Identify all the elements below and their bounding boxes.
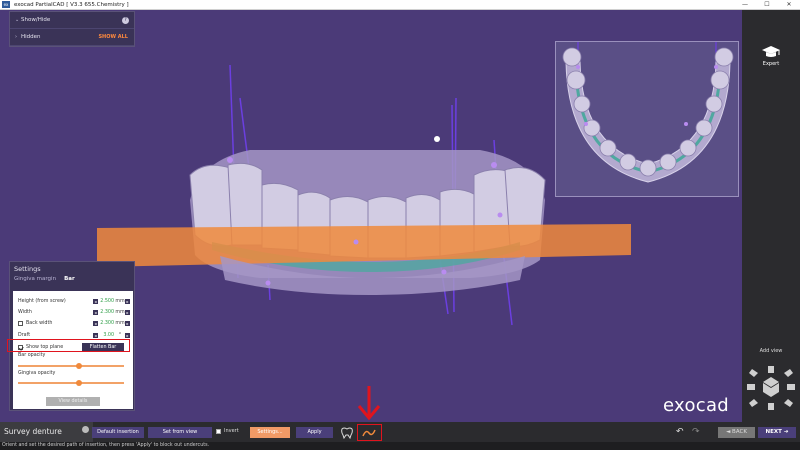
height-value[interactable]: 2.500 bbox=[98, 299, 115, 304]
back-width-increase-button[interactable]: ▸ bbox=[125, 320, 130, 326]
view-cube-icon[interactable] bbox=[742, 365, 800, 415]
window-controls: — ☐ ✕ bbox=[734, 0, 800, 10]
minimize-button[interactable]: — bbox=[734, 0, 756, 10]
right-sidebar: Expert Add view bbox=[742, 10, 800, 422]
add-view-label: Add view bbox=[759, 348, 783, 354]
gingiva-opacity-knob[interactable] bbox=[76, 380, 82, 386]
height-field-row: Height (from screw) ◂ 2.500 mm ▸ bbox=[18, 297, 130, 305]
draft-field-row: Draft ◂ 3.00 ° ▸ bbox=[18, 331, 130, 339]
draft-unit: ° bbox=[118, 332, 122, 338]
app-icon: ex bbox=[2, 1, 10, 8]
back-button[interactable]: ◄ BACK bbox=[718, 427, 755, 438]
invert-checkbox[interactable] bbox=[216, 428, 221, 434]
width-increase-button[interactable]: ▸ bbox=[125, 309, 130, 315]
tooth-outline-icon[interactable] bbox=[340, 426, 354, 439]
expert-label: Expert bbox=[762, 61, 780, 67]
bar-opacity-label: Bar opacity bbox=[18, 353, 46, 358]
exocad-logo: exocad bbox=[663, 395, 730, 416]
invert-label: Invert bbox=[224, 428, 239, 434]
expert-button[interactable]: Expert bbox=[742, 45, 800, 67]
back-width-label: Back width bbox=[26, 320, 53, 326]
invert-option[interactable]: Invert bbox=[216, 428, 239, 434]
status-bar: Orient and set the desired path of inser… bbox=[0, 442, 800, 450]
curve-tool-highlight bbox=[357, 424, 382, 441]
gear-icon[interactable] bbox=[82, 426, 89, 433]
undo-button[interactable]: ↶ bbox=[676, 427, 684, 438]
wizard-step-text: Survey denture bbox=[4, 427, 62, 436]
back-width-field-row: Back width ◂ 2.300 mm ▸ bbox=[18, 319, 130, 327]
help-icon[interactable]: ? bbox=[122, 16, 129, 24]
graduation-cap-icon bbox=[762, 46, 780, 57]
bar-opacity-knob[interactable] bbox=[76, 363, 82, 369]
height-unit: mm bbox=[115, 298, 125, 304]
hidden-row[interactable]: › Hidden SHOW ALL bbox=[10, 29, 134, 46]
settings-title: Settings bbox=[14, 265, 41, 273]
bar-opacity-slider[interactable] bbox=[18, 363, 124, 369]
window-title-bar: ex exocad PartialCAD [ V3.3 655.Chemistr… bbox=[0, 0, 800, 10]
show-hide-panel: ⌄ Show/Hide ? › Hidden SHOW ALL bbox=[9, 11, 135, 47]
gingiva-opacity-label: Gingiva opacity bbox=[18, 371, 56, 376]
show-top-plane-highlight bbox=[7, 339, 130, 352]
default-insertion-button[interactable]: Default insertion bbox=[92, 427, 144, 438]
maximize-button[interactable]: ☐ bbox=[756, 0, 778, 10]
set-from-view-button[interactable]: Set from view bbox=[148, 427, 212, 438]
settings-panel: Settings Gingiva margin Bar Height (from… bbox=[9, 261, 135, 411]
gingiva-opacity-slider[interactable] bbox=[18, 380, 124, 386]
window-title: exocad PartialCAD [ V3.3 655.Chemistry ] bbox=[14, 1, 129, 8]
height-increase-button[interactable]: ▸ bbox=[125, 298, 130, 304]
width-value[interactable]: 2.300 bbox=[98, 310, 115, 315]
wizard-step-label: Survey denture bbox=[0, 422, 93, 442]
view-details-button[interactable]: View details bbox=[46, 397, 100, 406]
close-button[interactable]: ✕ bbox=[778, 0, 800, 10]
width-label: Width bbox=[18, 309, 32, 315]
bottom-toolbar: Survey denture Default insertion Set fro… bbox=[0, 422, 800, 442]
hidden-label: Hidden bbox=[21, 34, 41, 40]
draft-value[interactable]: 3.00 bbox=[98, 333, 115, 338]
settings-button[interactable]: Settings... bbox=[250, 427, 290, 438]
width-unit: mm bbox=[115, 309, 125, 315]
show-all-button[interactable]: SHOW ALL bbox=[98, 34, 128, 40]
draft-increase-button[interactable]: ▸ bbox=[125, 332, 130, 338]
next-button[interactable]: NEXT ➔ bbox=[758, 427, 796, 438]
draft-label: Draft bbox=[18, 332, 31, 338]
tab-bar[interactable]: Bar bbox=[64, 276, 75, 286]
height-label: Height (from screw) bbox=[18, 298, 66, 304]
width-field-row: Width ◂ 2.300 mm ▸ bbox=[18, 308, 130, 316]
show-hide-header[interactable]: ⌄ Show/Hide ? bbox=[10, 12, 134, 29]
apply-button[interactable]: Apply bbox=[296, 427, 333, 438]
show-hide-label: Show/Hide bbox=[21, 17, 51, 23]
tab-gingiva-margin[interactable]: Gingiva margin bbox=[14, 276, 56, 286]
back-width-value[interactable]: 2.300 bbox=[98, 321, 115, 326]
back-width-unit: mm bbox=[115, 320, 125, 326]
occlusal-view-thumbnail[interactable] bbox=[555, 41, 739, 197]
settings-tabs: Gingiva margin Bar bbox=[10, 276, 134, 286]
red-arrow-annotation-icon bbox=[357, 386, 381, 421]
back-width-checkbox[interactable] bbox=[18, 320, 23, 326]
redo-button[interactable]: ↷ bbox=[692, 427, 700, 438]
